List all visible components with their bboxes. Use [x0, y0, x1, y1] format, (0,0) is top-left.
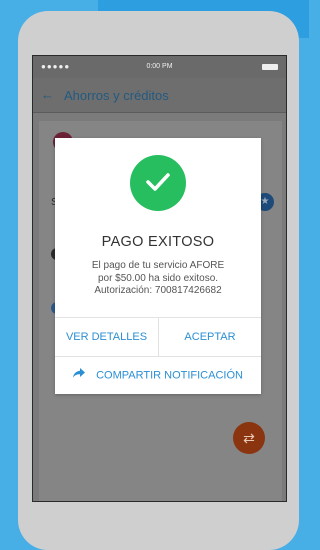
back-arrow-icon[interactable]: ← — [41, 87, 54, 102]
page-title: Ahorros y créditos — [64, 88, 169, 103]
dialog-title: PAGO EXITOSO — [101, 234, 215, 250]
dialog-message-line: Autorización: 700817426682 — [94, 285, 222, 296]
dialog-message-line: El pago de tu servicio AFORE — [91, 260, 225, 271]
dialog-message: El pago de tu servicio AFORE por $50.00 … — [65, 260, 251, 298]
transfer-icon: ⇄ — [243, 430, 255, 446]
battery-icon — [262, 64, 278, 70]
view-details-button[interactable]: VER DETALLES — [55, 318, 158, 356]
success-dialog: PAGO EXITOSO El pago de tu servicio AFOR… — [55, 138, 261, 394]
status-bar: ●●●●● 0:00 PM — [33, 56, 286, 78]
dialog-message-line: por $50.00 ha sido exitoso. — [97, 272, 219, 284]
share-notification-button[interactable]: COMPARTIR NOTIFICACIÓN — [55, 357, 261, 394]
success-check-icon — [130, 155, 186, 211]
stage: ●●●●● 0:00 PM ← Ahorros y créditos S ★ ⇄… — [0, 0, 309, 550]
accept-button[interactable]: ACEPTAR — [159, 318, 261, 356]
share-label: COMPARTIR NOTIFICACIÓN — [96, 369, 243, 382]
status-time: 0:00 PM — [146, 63, 173, 70]
share-arrow-icon — [73, 357, 86, 394]
app-bar: ← Ahorros y créditos — [33, 78, 286, 113]
transfer-fab-button[interactable]: ⇄ — [233, 422, 265, 454]
